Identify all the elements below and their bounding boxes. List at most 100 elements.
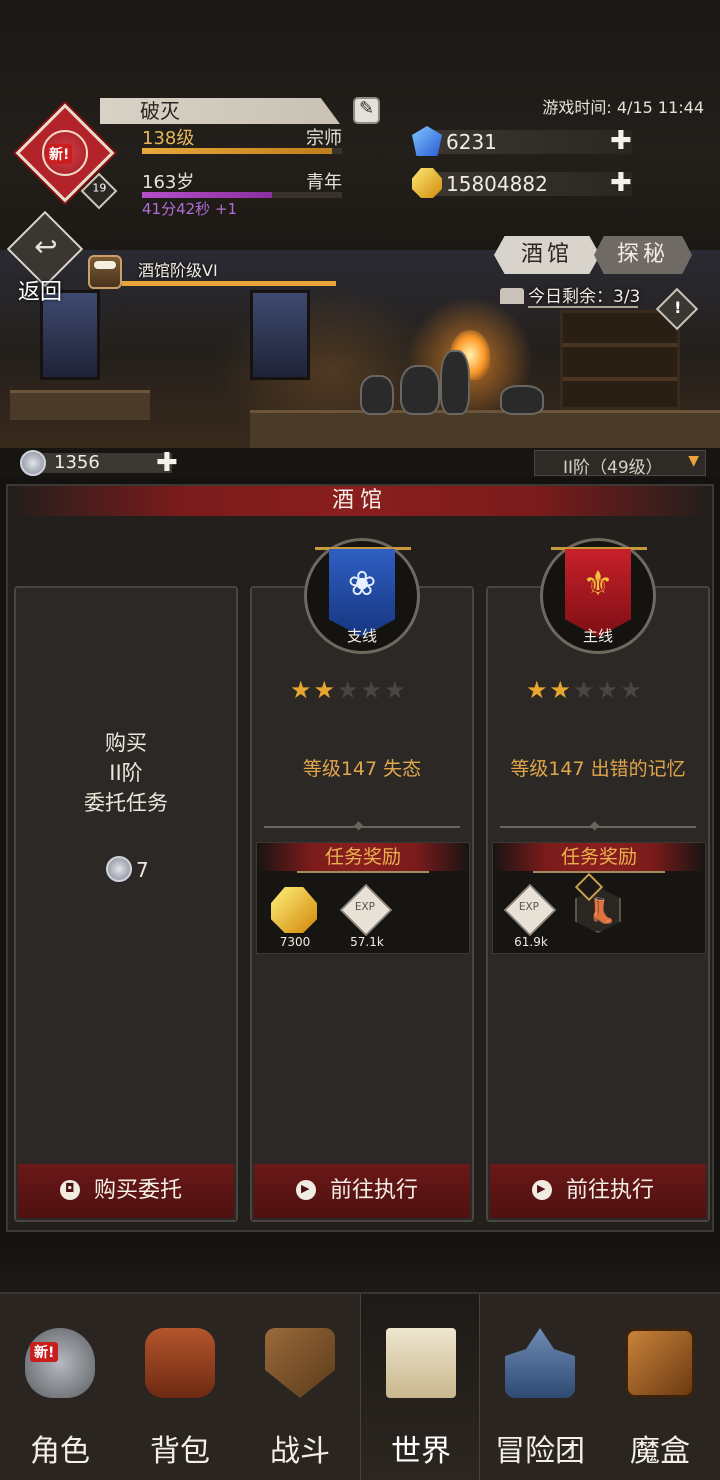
main-quest-card[interactable]: ⚜ 主线 ★★★★★ 等级147 出错的记忆 任务奖励 61.9k 前往执行 xyxy=(486,538,710,1222)
return-label: 返回 xyxy=(18,280,63,305)
buy-description: 购买 II阶 委托任务 xyxy=(16,728,236,818)
nav-item-role[interactable]: 新! 角色 xyxy=(0,1294,120,1480)
side-quest-title: 等级147 失态 xyxy=(302,758,422,780)
sword-shield-icon xyxy=(265,1328,335,1398)
buy-line-2: II阶 xyxy=(109,761,143,785)
reward-exp[interactable]: 61.9k xyxy=(499,883,563,951)
add-gold-button[interactable]: ✚ xyxy=(610,170,632,196)
level-progress-fill xyxy=(142,148,332,154)
player-rank: 宗师 xyxy=(306,128,342,149)
rewards-header: 任务奖励 xyxy=(493,843,705,871)
nav-label: 战斗 xyxy=(270,1434,330,1469)
nav-label: 冒险团 xyxy=(495,1434,585,1469)
window xyxy=(250,290,310,380)
castle-icon xyxy=(505,1328,575,1398)
tier-dropdown[interactable]: II阶（49级） ▼ xyxy=(534,450,706,478)
main-quest-banner: ⚜ 主线 xyxy=(540,538,656,654)
tokens-row: 1356 ✚ II阶（49级） ▼ xyxy=(0,448,720,478)
main-quest-go-button[interactable]: 前往执行 xyxy=(490,1164,706,1218)
buy-cost-value: 7 xyxy=(136,858,149,882)
main-quest-rewards: 任务奖励 61.9k xyxy=(492,842,706,954)
exp-scroll-icon xyxy=(339,883,393,937)
side-quest-tag: 支线 xyxy=(346,627,377,645)
divider xyxy=(533,871,665,873)
main-quest-tag: 主线 xyxy=(582,627,613,645)
buy-line-3: 委托任务 xyxy=(84,791,168,815)
scene-tabs: 酒馆 探秘 xyxy=(494,236,694,276)
bottom-nav: 新! 角色 背包 战斗 世界 冒险团 魔盒 xyxy=(0,1292,720,1480)
exp-scroll-icon xyxy=(503,883,557,937)
reward-count: 7300 xyxy=(279,935,311,949)
player-avatar[interactable]: 新! 19 xyxy=(15,103,118,210)
add-crystal-button[interactable]: ✚ xyxy=(610,128,632,154)
fleur-emblem-icon: ⚜ xyxy=(582,564,614,604)
ornament-divider xyxy=(500,818,696,838)
scroll-icon xyxy=(386,1328,456,1398)
side-quest-rewards: 任务奖励 7300 57.1k xyxy=(256,842,470,954)
tier-value: II阶（49级） xyxy=(563,458,663,478)
player-name: 破灭 xyxy=(140,99,180,123)
quest-stars: ★★★★★ xyxy=(526,676,676,704)
player-level: 138级 xyxy=(142,128,195,149)
tavern-panel: 酒馆 购买 II阶 委托任务 7 购买委托 ❀ 支线 ★★★★★ 等级147 失… xyxy=(6,484,714,1232)
reward-boots[interactable] xyxy=(567,872,631,951)
jug-icon xyxy=(360,375,394,415)
ornament-divider xyxy=(264,818,460,838)
buy-commission-button[interactable]: 购买委托 xyxy=(18,1164,234,1218)
nav-item-guild[interactable]: 冒险团 xyxy=(480,1294,600,1480)
age-timer: 41分42秒 +1 xyxy=(142,200,238,218)
nav-label: 角色 xyxy=(30,1434,90,1469)
buy-commission-label: 购买委托 xyxy=(94,1178,183,1203)
divider xyxy=(297,871,429,873)
daily-remaining: 今日剩余：3/3 xyxy=(500,282,660,312)
edit-name-icon[interactable] xyxy=(353,97,380,124)
add-token-button[interactable]: ✚ xyxy=(156,448,178,478)
filled-stars-icon: ★★ xyxy=(526,676,574,704)
beer-mug-icon xyxy=(88,255,122,289)
go-label: 前往执行 xyxy=(330,1178,419,1203)
gold-gem-icon xyxy=(271,887,317,933)
chevron-down-icon: ▼ xyxy=(688,453,699,469)
level-progress-bar xyxy=(142,148,342,154)
crystal-currency: 6231 ✚ xyxy=(412,126,637,156)
buy-commission-card: 购买 II阶 委托任务 7 购买委托 xyxy=(14,586,238,1222)
nav-label: 背包 xyxy=(150,1434,210,1469)
table xyxy=(10,390,150,420)
panel-title: 酒馆 xyxy=(331,488,388,513)
main-quest-title: 等级147 出错的记忆 xyxy=(510,758,686,780)
buy-line-1: 购买 xyxy=(105,731,147,755)
tavern-level-text: 酒馆阶级VI xyxy=(138,261,218,280)
nav-item-bag[interactable]: 背包 xyxy=(120,1294,240,1480)
new-badge: 新! xyxy=(30,1342,59,1362)
magic-box-icon xyxy=(625,1328,695,1398)
silver-token-icon xyxy=(20,450,46,476)
nav-item-battle[interactable]: 战斗 xyxy=(240,1294,360,1480)
tavern-level-bar xyxy=(122,281,336,286)
badge-level-value: 19 xyxy=(92,181,107,195)
cup-icon xyxy=(500,385,544,415)
side-quest-banner: ❀ 支线 xyxy=(304,538,420,654)
side-quest-go-button[interactable]: 前往执行 xyxy=(254,1164,470,1218)
side-quest-card[interactable]: ❀ 支线 ★★★★★ 等级147 失态 任务奖励 7300 57.1k 前往执行 xyxy=(250,538,474,1222)
nav-spacer xyxy=(0,1232,720,1292)
go-label: 前往执行 xyxy=(566,1178,655,1203)
tab-tavern[interactable]: 酒馆 xyxy=(494,236,600,274)
silver-token-icon xyxy=(106,856,132,882)
play-icon xyxy=(532,1180,552,1200)
game-time: 游戏时间: 4/15 11:44 xyxy=(542,98,704,117)
nav-item-magic-box[interactable]: 魔盒 xyxy=(600,1294,720,1480)
return-button[interactable]: 返回 xyxy=(6,210,88,305)
rewards-header-text: 任务奖励 xyxy=(324,846,401,868)
nav-item-world[interactable]: 世界 xyxy=(360,1294,480,1480)
empty-stars-icon: ★★★ xyxy=(337,676,408,704)
reward-gold[interactable]: 7300 xyxy=(263,887,327,951)
shelf xyxy=(560,310,680,410)
reward-exp[interactable]: 57.1k xyxy=(335,883,399,951)
tab-explore[interactable]: 探秘 xyxy=(594,236,692,274)
bottle-icon xyxy=(440,350,470,415)
panel-title-bar: 酒馆 xyxy=(8,486,712,516)
backpack-icon xyxy=(145,1328,215,1398)
gold-amount: 15804882 xyxy=(446,172,548,196)
player-header: 新! 19 破灭 138级 宗师 163岁 青年 41分42秒 +1 游戏时间:… xyxy=(0,0,720,250)
daily-remaining-text: 今日剩余：3/3 xyxy=(528,287,641,307)
